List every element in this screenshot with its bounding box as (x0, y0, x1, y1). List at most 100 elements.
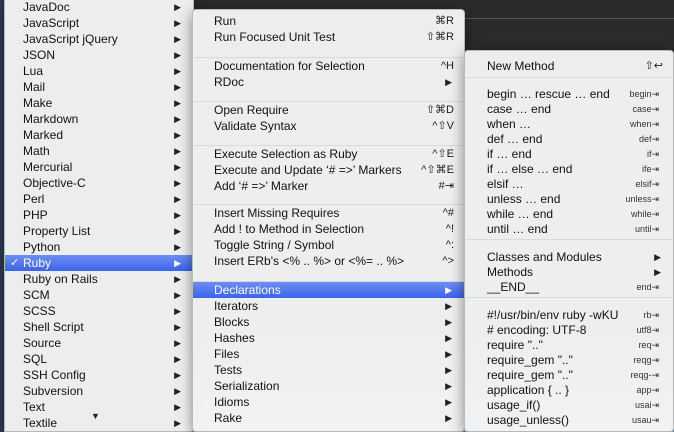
shortcut-label: ^⇧E (432, 148, 454, 160)
ruby-command-item[interactable]: Execute Selection as Ruby ^⇧E (193, 146, 464, 162)
snippet-item[interactable]: while … end while⇥ (465, 206, 673, 222)
ruby-command-item[interactable]: Run Focused Unit Test ⇧⌘R (193, 29, 464, 45)
submenu-arrow-icon: ▶ (445, 413, 452, 423)
ruby-command-item[interactable]: Blocks ▶ (193, 314, 464, 330)
language-item[interactable]: Subversion ▶ (5, 383, 193, 399)
language-item[interactable]: SSH Config ▶ (5, 367, 193, 383)
ruby-command-item[interactable]: Add ! to Method in Selection ^! (193, 221, 464, 237)
ruby-command-item[interactable]: Run ⌘R (193, 13, 464, 29)
snippet-item[interactable]: elsif … elsif⇥ (465, 176, 673, 192)
language-item[interactable]: Property List ▶ (5, 223, 193, 239)
snippet-item[interactable]: usage_unless() usau⇥ (465, 412, 673, 428)
ruby-command-item[interactable]: Execute and Update ‘# =>’ Markers ^⇧⌘E (193, 162, 464, 178)
language-item-label: SQL (23, 352, 48, 366)
snippet-item[interactable]: begin … rescue … end begin⇥ (465, 86, 673, 102)
ruby-command-item[interactable]: Tests ▶ (193, 362, 464, 378)
language-item[interactable]: Textile ▶ (5, 415, 193, 431)
snippet-item[interactable]: # encoding: UTF-8 utf8⇥ (465, 322, 673, 338)
language-item[interactable]: Lua ▶ (5, 63, 193, 79)
language-item-label: Subversion (23, 384, 84, 398)
snippet-item[interactable]: unless … end unless⇥ (465, 191, 673, 207)
submenu-arrow-icon: ▶ (174, 2, 181, 12)
ruby-command-item[interactable]: Validate Syntax ^⇧V (193, 118, 464, 134)
language-item[interactable]: Markdown ▶ (5, 111, 193, 127)
snippet-item[interactable]: __END__ end⇥ (465, 279, 673, 295)
snippet-item[interactable]: application { .. } app⇥ (465, 382, 673, 398)
language-item[interactable]: JSON ▶ (5, 47, 193, 63)
snippet-item[interactable]: when … when⇥ (465, 116, 673, 132)
snippet-item-label: application { .. } (487, 383, 570, 397)
language-item[interactable]: Make ▶ (5, 95, 193, 111)
snippet-item[interactable]: case … end case⇥ (465, 101, 673, 117)
snippet-item[interactable]: def … end def⇥ (465, 131, 673, 147)
snippet-item[interactable]: usage_if() usai⇥ (465, 397, 673, 413)
language-item[interactable]: PHP ▶ (5, 207, 193, 223)
language-item[interactable]: Mercurial ▶ (5, 159, 193, 175)
ruby-command-item[interactable]: RDoc ▶ (193, 74, 464, 90)
ruby-command-item[interactable]: Add ‘# =>’ Marker #⇥ (193, 178, 464, 194)
submenu-arrow-icon: ▶ (445, 285, 452, 295)
language-item[interactable]: JavaDoc ▶ (5, 0, 193, 15)
snippet-item[interactable]: if … end if⇥ (465, 146, 673, 162)
snippet-item[interactable]: require ".." req⇥ (465, 337, 673, 353)
snippet-item[interactable]: require_gem ".." reqg⇥ (465, 352, 673, 368)
language-item[interactable]: SCM ▶ (5, 287, 193, 303)
language-item[interactable]: SCSS ▶ (5, 303, 193, 319)
ruby-command-item-label: Idioms (214, 395, 250, 409)
submenu-arrow-icon: ▶ (174, 242, 181, 252)
language-item[interactable]: Text ▶ (5, 399, 193, 415)
language-item[interactable]: Objective-C ▶ (5, 175, 193, 191)
snippet-item-label: begin … rescue … end (487, 87, 610, 101)
language-item-label: Python (23, 240, 61, 254)
bundles-language-menu: ▼ JavaDoc ▶ JavaScript ▶ JavaScript jQuery ▶ J… (4, 0, 194, 432)
ruby-command-item[interactable]: Files ▶ (193, 346, 464, 362)
ruby-command-item[interactable]: Idioms ▶ (193, 394, 464, 410)
snippet-item[interactable]: until … end until⇥ (465, 221, 673, 237)
language-item[interactable]: Mail ▶ (5, 79, 193, 95)
language-item[interactable]: ✓ Ruby ▶ (5, 255, 193, 271)
snippet-item-label: if … end (487, 147, 532, 161)
ruby-command-item[interactable]: Open Require ⇧⌘D (193, 102, 464, 118)
ruby-command-item-label: Files (214, 347, 240, 361)
ruby-command-item[interactable]: Documentation for Selection ^H (193, 58, 464, 74)
declaration-item[interactable]: Methods ▶ (465, 264, 673, 280)
language-item[interactable]: Math ▶ (5, 143, 193, 159)
language-item[interactable]: Python ▶ (5, 239, 193, 255)
submenu-arrow-icon: ▶ (174, 338, 181, 348)
snippet-item[interactable]: if … else … end ife⇥ (465, 161, 673, 177)
ruby-command-item[interactable]: Declarations ▶ (193, 282, 464, 298)
ruby-command-item[interactable]: Iterators ▶ (193, 298, 464, 314)
ruby-command-item[interactable]: Serialization ▶ (193, 378, 464, 394)
ruby-command-item-label: Add ! to Method in Selection (214, 222, 365, 236)
language-item-label: PHP (23, 208, 48, 222)
language-item[interactable]: JavaScript jQuery ▶ (5, 31, 193, 47)
ruby-command-item[interactable]: Insert ERb's <% .. %> or <%= .. %> ^> (193, 253, 464, 269)
snippet-item[interactable]: #!/usr/bin/env ruby -wKU rb⇥ (465, 307, 673, 323)
ruby-command-item[interactable]: Hashes ▶ (193, 330, 464, 346)
ruby-command-item-label: Iterators (214, 299, 259, 313)
language-item[interactable]: Perl ▶ (5, 191, 193, 207)
snippet-item-label: require ".." (487, 338, 543, 352)
submenu-arrow-icon: ▶ (174, 130, 181, 140)
language-item[interactable]: JavaScript ▶ (5, 15, 193, 31)
language-item[interactable]: SQL ▶ (5, 351, 193, 367)
snippet-item[interactable]: require_gem ".." reqg-⇥ (465, 367, 673, 383)
declaration-item[interactable]: Classes and Modules ▶ (465, 249, 673, 265)
ruby-command-item-label: Execute Selection as Ruby (214, 147, 358, 161)
shortcut-label: ⇧⌘R (425, 31, 454, 43)
language-item[interactable]: Marked ▶ (5, 127, 193, 143)
language-item[interactable]: Ruby on Rails ▶ (5, 271, 193, 287)
ruby-command-item[interactable]: Toggle String / Symbol ^: (193, 237, 464, 253)
ruby-command-item[interactable]: Insert Missing Requires ^# (193, 205, 464, 221)
submenu-arrow-icon: ▶ (174, 226, 181, 236)
ruby-command-item-label: Hashes (214, 331, 255, 345)
declaration-item[interactable]: New Method ⇧↩ (465, 58, 673, 74)
ruby-command-item-label: Add ‘# =>’ Marker (214, 179, 309, 193)
ruby-command-item[interactable]: Rake ▶ (193, 410, 464, 426)
shortcut-label: ^H (440, 60, 454, 72)
language-item[interactable]: Shell Script ▶ (5, 319, 193, 335)
ruby-command-item-label: Blocks (214, 315, 250, 329)
menu-separator (466, 297, 672, 298)
language-item[interactable]: Source ▶ (5, 335, 193, 351)
shortcut-label: while⇥ (630, 209, 659, 219)
